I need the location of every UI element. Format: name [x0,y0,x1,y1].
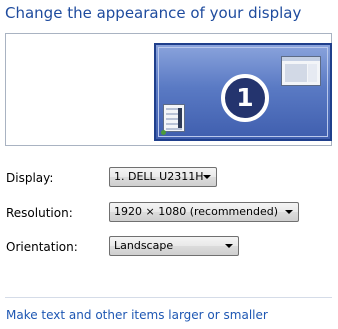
monitor-1[interactable]: 1 [154,43,332,141]
orientation-select-value: Landscape [114,239,174,252]
display-select[interactable]: 1. DELL U2311H [109,167,217,187]
monitor-screen: 1 [158,47,328,137]
orientation-label: Orientation: [6,240,78,254]
window-preview-icon [281,56,321,86]
text-size-link[interactable]: Make text and other items larger or smal… [6,308,268,322]
resolution-select-value: 1920 × 1080 (recommended) [114,205,279,218]
document-preview-icon [163,104,185,132]
monitor-number-badge: 1 [221,74,269,122]
orientation-select[interactable]: Landscape [109,236,239,256]
resolution-select[interactable]: 1920 × 1080 (recommended) [109,202,299,222]
page-title: Change the appearance of your display [5,4,302,22]
display-select-value: 1. DELL U2311H [114,170,204,183]
divider [5,297,332,298]
resolution-label: Resolution: [6,206,73,220]
display-label: Display: [6,171,54,185]
chevron-down-icon [225,244,233,248]
chevron-down-icon [203,175,211,179]
display-preview: 1 [5,33,332,146]
start-button-icon [161,130,166,135]
chevron-down-icon [285,210,293,214]
